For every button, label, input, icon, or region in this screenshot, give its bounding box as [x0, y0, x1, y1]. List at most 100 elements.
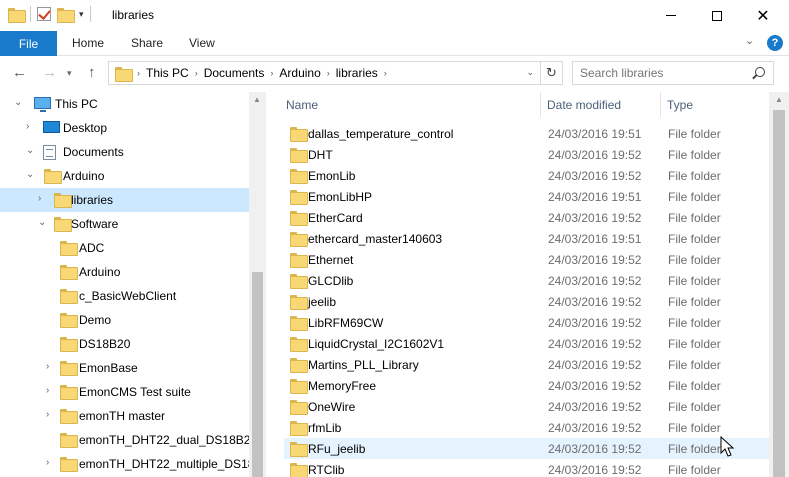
- breadcrumb-arduino[interactable]: Arduino: [279, 66, 320, 80]
- nav-tree-item-label: emonTH master: [79, 409, 166, 423]
- column-header-name[interactable]: Name: [280, 92, 541, 117]
- file-row[interactable]: OneWire 24/03/2016 19:52 File folder: [284, 396, 769, 417]
- column-header-type[interactable]: Type: [661, 92, 771, 117]
- properties-icon[interactable]: [37, 7, 51, 21]
- nav-scrollbar-thumb[interactable]: [252, 272, 263, 477]
- chevron-down-icon[interactable]: ⌄: [26, 169, 34, 180]
- chevron-right-icon[interactable]: ›: [46, 385, 49, 396]
- breadcrumb-documents[interactable]: Documents: [204, 66, 265, 80]
- file-date-modified: 24/03/2016 19:52: [548, 295, 642, 309]
- file-date-modified: 24/03/2016 19:52: [548, 169, 642, 183]
- content-scrollbar[interactable]: ▲: [769, 92, 789, 477]
- nav-tree-item[interactable]: ⌄ This PC: [0, 92, 249, 116]
- file-row[interactable]: GLCDlib 24/03/2016 19:52 File folder: [284, 270, 769, 291]
- file-row[interactable]: LiquidCrystal_I2C1602V1 24/03/2016 19:52 F…: [284, 333, 769, 354]
- scroll-up-icon[interactable]: ▲: [775, 95, 783, 104]
- nav-tree-item[interactable]: ⌄ Arduino: [0, 164, 249, 188]
- file-row[interactable]: RTClib 24/03/2016 19:52 File folder: [284, 459, 769, 477]
- file-row[interactable]: MemoryFree 24/03/2016 19:52 File folder: [284, 375, 769, 396]
- nav-tree-item[interactable]: DS18B20: [0, 332, 249, 356]
- nav-tree-item[interactable]: ⌄ Documents: [0, 140, 249, 164]
- nav-tree-item[interactable]: ⌄ Software: [0, 212, 249, 236]
- tab-share[interactable]: Share: [131, 36, 163, 50]
- file-row[interactable]: EmonLibHP 24/03/2016 19:51 File folder: [284, 186, 769, 207]
- chevron-right-icon[interactable]: ›: [384, 68, 387, 78]
- nav-tree-item[interactable]: › emonTH master: [0, 404, 249, 428]
- file-row[interactable]: EtherCard 24/03/2016 19:52 File folder: [284, 207, 769, 228]
- nav-tree-item[interactable]: › EmonBase: [0, 356, 249, 380]
- nav-tree-item-label: libraries: [71, 193, 114, 207]
- refresh-icon[interactable]: ↻: [540, 62, 562, 84]
- nav-tree-item[interactable]: Demo: [0, 308, 249, 332]
- close-icon: ✕: [756, 7, 770, 25]
- column-header-date-modified[interactable]: Date modified: [541, 92, 661, 117]
- expand-ribbon-icon[interactable]: ⌄: [745, 34, 754, 47]
- chevron-right-icon[interactable]: ›: [46, 409, 49, 420]
- nav-tree-item[interactable]: › libraries: [0, 188, 249, 212]
- recent-locations-icon[interactable]: ▾: [67, 68, 72, 79]
- chevron-right-icon[interactable]: ›: [46, 457, 49, 468]
- back-arrow-icon[interactable]: ←: [12, 64, 27, 81]
- file-row[interactable]: Martins_PLL_Library 24/03/2016 19:52 File …: [284, 354, 769, 375]
- file-name: GLCDlib: [308, 274, 354, 288]
- file-row[interactable]: DHT 24/03/2016 19:52 File folder: [284, 144, 769, 165]
- ribbon: File Home Share View ⌄ ?: [0, 31, 789, 56]
- file-name: jeelib: [308, 295, 337, 309]
- qat-dropdown-icon[interactable]: ▾: [79, 9, 84, 20]
- nav-tree-item[interactable]: › emonTH_DHT22_multiple_DS18B20: [0, 452, 266, 476]
- tab-view[interactable]: View: [189, 36, 215, 50]
- content-scrollbar-thumb[interactable]: [773, 110, 785, 477]
- nav-tree-item[interactable]: ADC: [0, 236, 249, 260]
- address-bar[interactable]: › This PC › Documents › Arduino › librar…: [108, 61, 563, 85]
- file-name: ethercard_master140603: [308, 232, 443, 246]
- tab-file[interactable]: File: [0, 31, 57, 56]
- chevron-down-icon[interactable]: ⌄: [14, 97, 22, 108]
- breadcrumb-libraries[interactable]: libraries: [336, 66, 378, 80]
- close-button[interactable]: ✕: [740, 0, 786, 31]
- address-dropdown-icon[interactable]: ⌄: [526, 67, 534, 78]
- new-folder-icon[interactable]: [57, 7, 75, 23]
- forward-arrow-icon[interactable]: →: [42, 64, 57, 81]
- file-row[interactable]: jeelib 24/03/2016 19:52 File folder: [284, 291, 769, 312]
- chevron-right-icon[interactable]: ›: [38, 193, 41, 204]
- file-row[interactable]: dallas_temperature_control 24/03/2016 19:…: [284, 123, 769, 144]
- chevron-down-icon[interactable]: ⌄: [26, 145, 34, 156]
- nav-scrollbar[interactable]: ▲: [249, 92, 266, 477]
- nav-tree-item[interactable]: › Desktop: [0, 116, 249, 140]
- tab-home[interactable]: Home: [72, 36, 104, 50]
- nav-tree-item[interactable]: emonTH_DHT22_dual_DS18B20: [0, 428, 257, 452]
- file-date-modified: 24/03/2016 19:52: [548, 421, 642, 435]
- maximize-button[interactable]: [694, 0, 740, 31]
- file-row[interactable]: EmonLib 24/03/2016 19:52 File folder: [284, 165, 769, 186]
- nav-tree-item[interactable]: Arduino: [0, 260, 249, 284]
- file-row[interactable]: LibRFM69CW 24/03/2016 19:52 File folder: [284, 312, 769, 333]
- file-name: RTClib: [308, 463, 345, 477]
- up-arrow-icon[interactable]: ↑: [88, 64, 96, 81]
- scroll-up-icon[interactable]: ▲: [253, 95, 261, 104]
- folder-icon: [60, 313, 78, 328]
- folder-icon: [54, 193, 72, 208]
- chevron-right-icon[interactable]: ›: [270, 68, 273, 78]
- nav-tree-item[interactable]: › EmonCMS Test suite: [0, 380, 249, 404]
- minimize-button[interactable]: [648, 0, 694, 31]
- file-row[interactable]: Ethernet 24/03/2016 19:52 File folder: [284, 249, 769, 270]
- nav-tree-item-label: Arduino: [63, 169, 105, 183]
- file-row[interactable]: RFu_jeelib 24/03/2016 19:52 File folder: [284, 438, 769, 459]
- chevron-right-icon[interactable]: ›: [26, 121, 29, 132]
- help-icon[interactable]: ?: [767, 35, 783, 51]
- search-input[interactable]: [580, 66, 740, 80]
- folder-icon: [60, 361, 78, 376]
- chevron-down-icon[interactable]: ⌄: [38, 217, 46, 228]
- file-type: File folder: [668, 316, 721, 330]
- chevron-right-icon[interactable]: ›: [46, 361, 49, 372]
- chevron-right-icon[interactable]: ›: [137, 68, 140, 78]
- chevron-right-icon[interactable]: ›: [195, 68, 198, 78]
- nav-tree-item-label: DS18B20: [79, 337, 131, 351]
- nav-tree-item[interactable]: c_BasicWebClient: [0, 284, 249, 308]
- breadcrumb-this-pc[interactable]: This PC: [146, 66, 189, 80]
- file-row[interactable]: ethercard_master140603 24/03/2016 19:51 Fi…: [284, 228, 769, 249]
- file-row[interactable]: rfmLib 24/03/2016 19:52 File folder: [284, 417, 769, 438]
- file-date-modified: 24/03/2016 19:51: [548, 190, 642, 204]
- search-box[interactable]: [572, 61, 774, 85]
- chevron-right-icon[interactable]: ›: [327, 68, 330, 78]
